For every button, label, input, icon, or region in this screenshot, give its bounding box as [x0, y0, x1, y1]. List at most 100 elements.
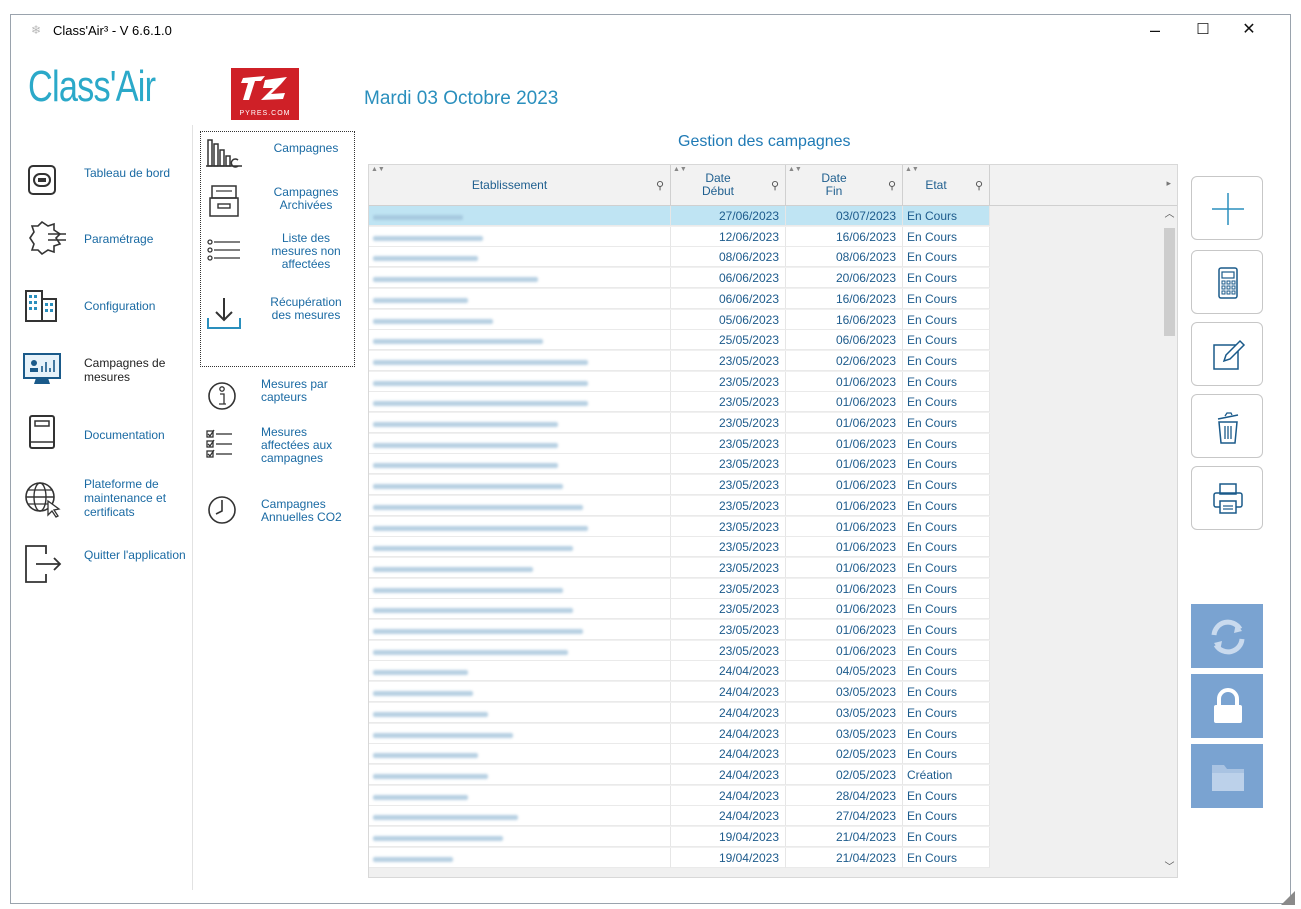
nav-item-quitter[interactable]: Quitter l'application: [22, 542, 192, 598]
lock-button[interactable]: [1191, 674, 1263, 738]
table-row[interactable]: 12/06/2023 16/06/2023 En Cours: [369, 226, 990, 247]
chart-monitor-icon: [22, 350, 68, 396]
sensor-icon: [204, 378, 244, 418]
maximize-button[interactable]: ☐: [1180, 15, 1226, 45]
table-row[interactable]: 24/04/2023 03/05/2023 En Cours: [369, 682, 990, 703]
table-row[interactable]: 24/04/2023 28/04/2023 En Cours: [369, 785, 990, 806]
column-header-etat[interactable]: ▲▼ Etat ⚲: [903, 165, 990, 205]
search-icon[interactable]: ⚲: [656, 179, 664, 192]
nav-item-configuration[interactable]: Configuration: [22, 285, 192, 341]
scroll-up-icon[interactable]: ︿: [1162, 206, 1177, 224]
table-row[interactable]: 23/05/2023 01/06/2023 En Cours: [369, 557, 990, 578]
table-row[interactable]: 24/04/2023 04/05/2023 En Cours: [369, 661, 990, 682]
redacted-text: [373, 629, 583, 634]
subnav-mesures-affectees[interactable]: Mesures affectées aux campagnes: [204, 426, 364, 476]
table-row[interactable]: 23/05/2023 01/06/2023 En Cours: [369, 475, 990, 496]
table-row[interactable]: 24/04/2023 03/05/2023 En Cours: [369, 702, 990, 723]
cell-etat: En Cours: [903, 247, 990, 268]
subnav-mesures-non-affectees[interactable]: Liste des mesures non affectées: [204, 232, 364, 282]
vertical-scrollbar[interactable]: ︿ ﹀: [1162, 206, 1177, 877]
table-row[interactable]: 25/05/2023 06/06/2023 En Cours: [369, 330, 990, 351]
delete-button[interactable]: [1191, 394, 1263, 458]
cell-etat: En Cours: [903, 827, 990, 847]
nav-item-tableau-de-bord[interactable]: Tableau de bord: [22, 160, 192, 216]
subnav-recuperation-mesures[interactable]: Récupération des mesures: [204, 296, 364, 346]
cell-date-fin: 01/06/2023: [786, 413, 903, 433]
scroll-down-icon[interactable]: ﹀: [1162, 859, 1177, 877]
column-header-etablissement[interactable]: ▲▼ Etablissement ⚲: [369, 165, 671, 205]
cell-date-debut: 23/05/2023: [671, 413, 786, 433]
close-button[interactable]: ✕: [1226, 15, 1272, 45]
edit-button[interactable]: [1191, 322, 1263, 386]
table-row[interactable]: 23/05/2023 01/06/2023 En Cours: [369, 392, 990, 413]
cell-etablissement: [369, 785, 671, 806]
cell-etablissement: [369, 599, 671, 620]
cell-date-debut: 12/06/2023: [671, 226, 786, 247]
column-header-date-fin[interactable]: ▲▼ Date Fin ⚲: [786, 165, 903, 205]
cell-date-fin: 02/05/2023: [786, 764, 903, 785]
table-row[interactable]: 24/04/2023 27/04/2023 En Cours: [369, 806, 990, 827]
redacted-text: [373, 463, 558, 469]
nav-item-campagnes-de-mesures[interactable]: Campagnes de mesures: [22, 350, 192, 406]
table-row[interactable]: 06/06/2023 20/06/2023 En Cours: [369, 268, 990, 289]
table-row[interactable]: 23/05/2023 01/06/2023 En Cours: [369, 454, 990, 475]
refresh-button[interactable]: [1191, 604, 1263, 668]
redacted-text: [373, 649, 568, 655]
table-row[interactable]: 23/05/2023 02/06/2023 En Cours: [369, 350, 990, 371]
table-row[interactable]: 23/05/2023 01/06/2023 En Cours: [369, 413, 990, 433]
table-row[interactable]: 24/04/2023 03/05/2023 En Cours: [369, 723, 990, 744]
search-icon[interactable]: ⚲: [888, 179, 896, 192]
nav-item-plateforme[interactable]: Plateforme de maintenance et certificats: [22, 475, 192, 531]
table-row[interactable]: 08/06/2023 08/06/2023 En Cours: [369, 247, 990, 268]
table-row[interactable]: 23/05/2023 01/06/2023 En Cours: [369, 599, 990, 620]
subnav-campagnes-archivees[interactable]: Campagnes Archivées: [204, 182, 364, 232]
cell-date-fin: 21/04/2023: [786, 827, 903, 847]
subnav-label: Campagnes: [273, 141, 339, 155]
search-icon[interactable]: ⚲: [975, 179, 983, 192]
add-button[interactable]: [1191, 176, 1263, 240]
minimize-button[interactable]: –: [1132, 15, 1178, 45]
cell-date-fin: 02/06/2023: [786, 350, 903, 371]
table-row[interactable]: 24/04/2023 02/05/2023 Création: [369, 764, 990, 785]
cell-date-fin: 03/05/2023: [786, 702, 903, 723]
scrollbar-thumb[interactable]: [1164, 228, 1175, 336]
table-row[interactable]: 23/05/2023 01/06/2023 En Cours: [369, 620, 990, 640]
nav-label: Quitter l'application: [84, 548, 186, 562]
cell-etat: En Cours: [903, 350, 990, 371]
table-row[interactable]: 06/06/2023 16/06/2023 En Cours: [369, 288, 990, 309]
column-header-date-debut[interactable]: ▲▼ Date Début ⚲: [671, 165, 786, 205]
calculate-button[interactable]: [1191, 250, 1263, 314]
cell-date-fin: 21/04/2023: [786, 847, 903, 868]
search-icon[interactable]: ⚲: [771, 179, 779, 192]
table-row[interactable]: 23/05/2023 01/06/2023 En Cours: [369, 433, 990, 454]
table-row[interactable]: 23/05/2023 01/06/2023 En Cours: [369, 516, 990, 537]
cell-date-fin: 27/04/2023: [786, 806, 903, 827]
nav-item-parametrage[interactable]: Paramétrage: [22, 218, 192, 274]
cell-date-fin: 03/05/2023: [786, 682, 903, 703]
table-row[interactable]: 24/04/2023 02/05/2023 En Cours: [369, 744, 990, 765]
redacted-text: [373, 235, 483, 241]
table-row[interactable]: 23/05/2023 01/06/2023 En Cours: [369, 640, 990, 661]
resize-grip-icon[interactable]: [1281, 891, 1295, 905]
table-row[interactable]: 27/06/2023 03/07/2023 En Cours: [369, 206, 990, 226]
cell-date-debut: 23/05/2023: [671, 350, 786, 371]
table-row[interactable]: 23/05/2023 01/06/2023 En Cours: [369, 537, 990, 558]
cell-etablissement: [369, 371, 671, 392]
cell-etat: Création: [903, 764, 990, 785]
table-row[interactable]: 23/05/2023 01/06/2023 En Cours: [369, 371, 990, 392]
scroll-right-icon[interactable]: ▸: [1166, 178, 1171, 189]
table-row[interactable]: 23/05/2023 01/06/2023 En Cours: [369, 578, 990, 599]
nav-item-documentation[interactable]: Documentation: [22, 412, 192, 468]
table-row[interactable]: 05/06/2023 16/06/2023 En Cours: [369, 309, 990, 330]
folder-button[interactable]: [1191, 744, 1263, 808]
table-row[interactable]: 23/05/2023 01/06/2023 En Cours: [369, 495, 990, 516]
print-button[interactable]: [1191, 466, 1263, 530]
subnav-campagnes[interactable]: Campagnes: [204, 134, 364, 184]
table-row[interactable]: 19/04/2023 21/04/2023 En Cours: [369, 847, 990, 868]
cell-etat: En Cours: [903, 847, 990, 868]
subnav-campagnes-annuelles[interactable]: Campagnes Annuelles CO2: [204, 492, 364, 542]
subnav-mesures-par-capteurs[interactable]: Mesures par capteurs: [204, 378, 364, 428]
cell-date-debut: 23/05/2023: [671, 557, 786, 578]
cell-etablissement: [369, 661, 671, 682]
table-row[interactable]: 19/04/2023 21/04/2023 En Cours: [369, 827, 990, 847]
